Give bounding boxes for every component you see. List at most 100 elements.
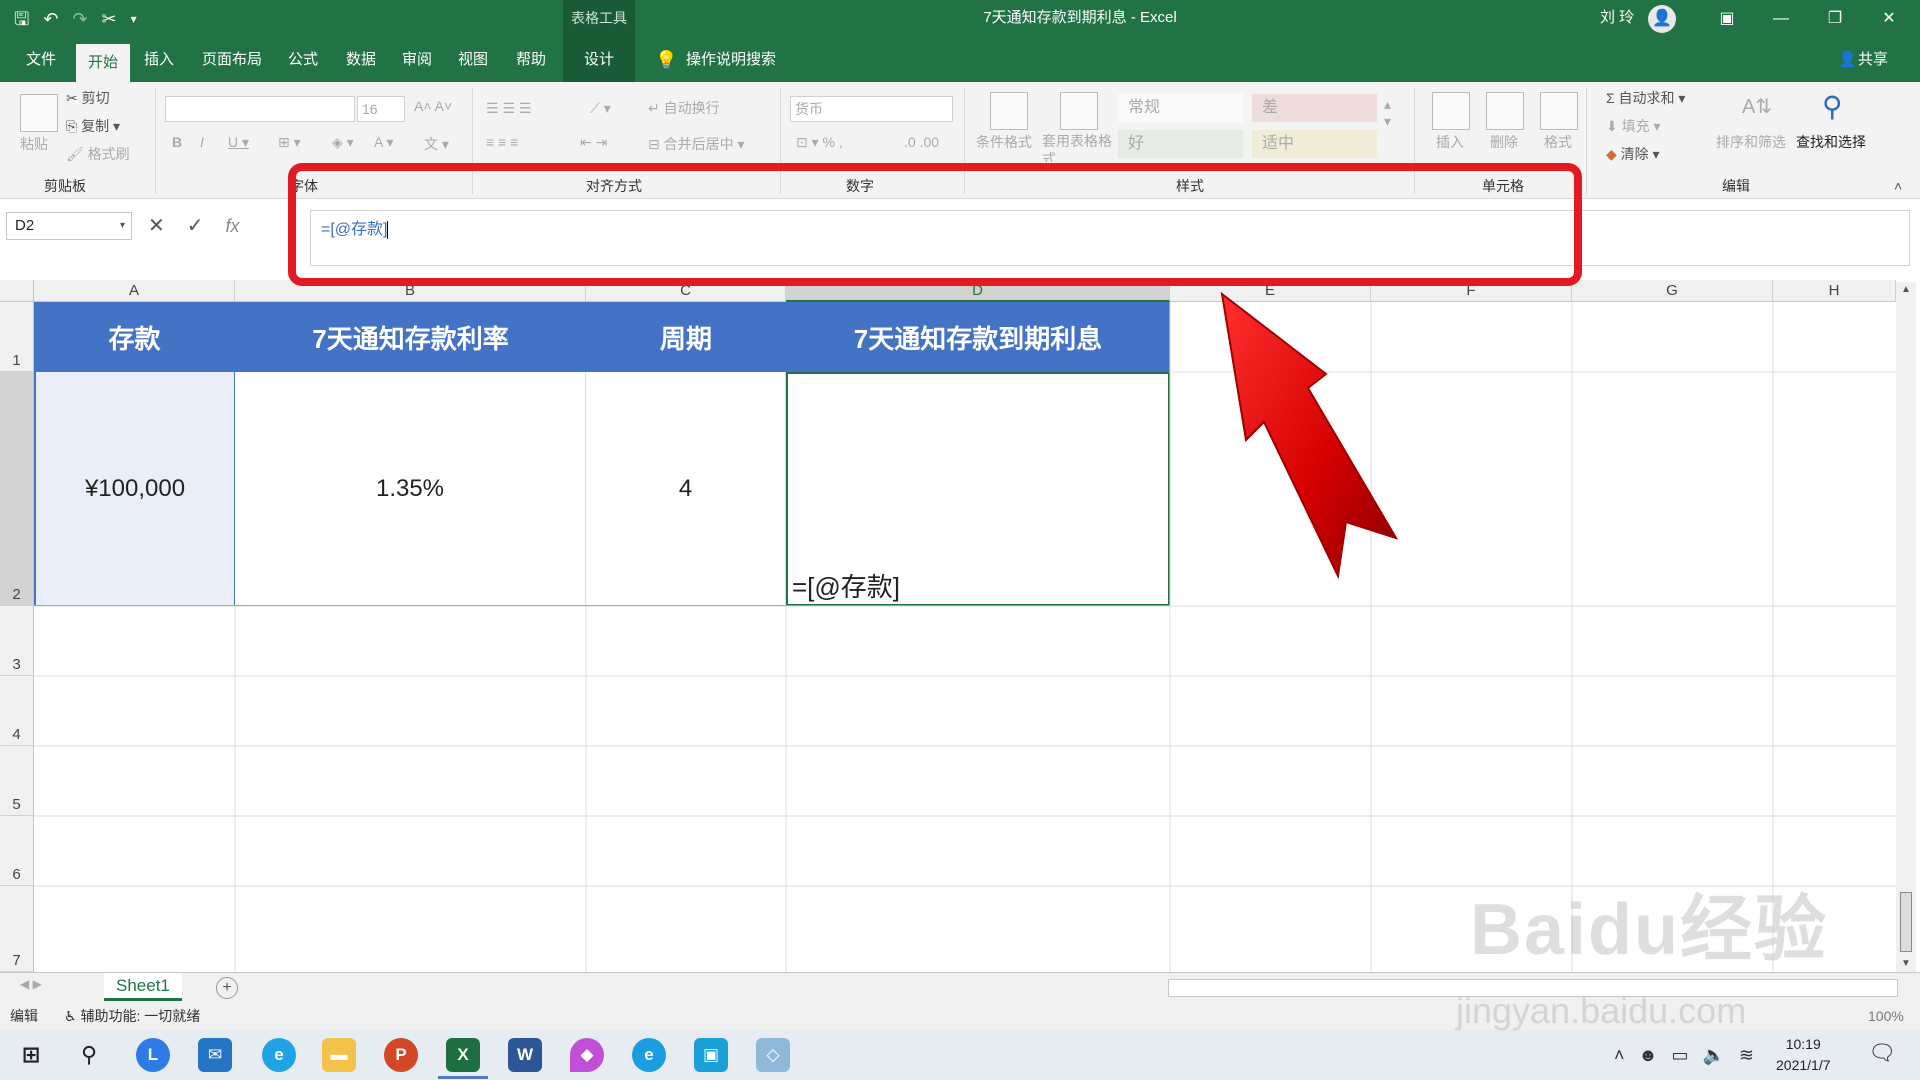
people-icon[interactable]: ☻ <box>1639 1030 1658 1080</box>
conditional-format-label[interactable]: 条件格式 <box>976 132 1032 152</box>
style-neutral[interactable]: 适中 <box>1252 130 1377 158</box>
format-cells-icon[interactable] <box>1540 92 1578 130</box>
row-header-6[interactable]: 6 <box>0 816 34 886</box>
tab-page-layout[interactable]: 页面布局 <box>196 38 268 82</box>
notification-icon[interactable]: 🗨 <box>1868 1040 1896 1066</box>
format-painter-button[interactable]: 🖌 格式刷 <box>66 144 130 164</box>
column-header-g[interactable]: G <box>1572 280 1773 302</box>
chevron-down-icon[interactable]: ▾ <box>120 213 125 239</box>
accounting-icon[interactable]: ⊡ ▾ % , <box>796 134 843 151</box>
fx-icon[interactable]: fx <box>226 212 240 240</box>
app-l-icon[interactable]: L <box>136 1038 170 1072</box>
ribbon-display-icon[interactable]: ▣ <box>1700 0 1754 38</box>
wifi-icon[interactable]: ≋ <box>1739 1030 1754 1080</box>
volume-icon[interactable]: 🔈 <box>1702 1030 1724 1080</box>
fill-color-icon[interactable]: ◈ ▾ <box>332 134 354 151</box>
number-format-box[interactable]: 货币 <box>790 96 953 122</box>
column-header-a[interactable]: A <box>34 280 235 302</box>
app-board-icon[interactable]: ▣ <box>694 1038 728 1072</box>
insert-cells-label[interactable]: 插入 <box>1436 132 1464 152</box>
align-top-icon[interactable]: ☰ ☰ ☰ <box>486 100 531 117</box>
mail-icon[interactable]: ✉ <box>198 1038 232 1072</box>
copy-button[interactable]: ⎘ 复制 ▾ <box>66 116 120 136</box>
decimal-icon[interactable]: .0 .00 <box>904 134 939 150</box>
delete-cells-label[interactable]: 删除 <box>1490 132 1518 152</box>
grow-font-icon[interactable]: A˄ A˅ <box>414 98 452 114</box>
merge-center-button[interactable]: ⊟ 合并后居中 ▾ <box>648 134 745 154</box>
font-size-box[interactable]: 16 <box>357 96 405 122</box>
ie-browser-icon[interactable]: e <box>262 1038 296 1072</box>
style-normal[interactable]: 常规 <box>1118 94 1243 122</box>
tab-design[interactable]: 设计 <box>563 38 635 82</box>
tab-data[interactable]: 数据 <box>340 38 382 82</box>
cut-button[interactable]: ✂ 剪切 <box>66 88 110 108</box>
sheet-nav-icon[interactable]: ◀ ▶ <box>20 977 42 991</box>
paint-icon[interactable]: ◆ <box>570 1038 604 1072</box>
accessibility-status[interactable]: ♿ 辅助功能: 一切就绪 <box>64 1002 200 1030</box>
font-color-icon[interactable]: A ▾ <box>374 134 393 151</box>
style-good[interactable]: 好 <box>1118 130 1243 158</box>
tab-home[interactable]: 开始 <box>76 44 131 82</box>
minimize-icon[interactable]: — <box>1754 0 1808 38</box>
row-header-1[interactable]: 1 <box>0 302 34 372</box>
tab-formulas[interactable]: 公式 <box>282 38 324 82</box>
edge-icon[interactable]: e <box>632 1038 666 1072</box>
name-box[interactable]: D2 ▾ <box>6 212 132 240</box>
windows-start-icon[interactable]: ⊞ <box>14 1038 48 1072</box>
sheet-tab-sheet1[interactable]: Sheet1 <box>104 973 182 1001</box>
phonetic-icon[interactable]: 文 ▾ <box>424 134 449 154</box>
user-name[interactable]: 刘 玲 <box>1600 0 1634 36</box>
vertical-scrollbar[interactable]: ▲ ▼ <box>1896 282 1916 974</box>
paste-label[interactable]: 粘贴 <box>20 134 48 154</box>
orientation-icon[interactable]: ⟋ ▾ <box>590 100 611 117</box>
redo-icon[interactable]: ↷ <box>72 6 87 32</box>
column-header-h[interactable]: H <box>1773 280 1896 302</box>
add-sheet-icon[interactable]: + <box>216 977 238 999</box>
tell-me-search[interactable]: 操作说明搜索 <box>686 38 776 82</box>
row-header-3[interactable]: 3 <box>0 606 34 676</box>
tab-file[interactable]: 文件 <box>20 38 62 82</box>
table-format-label[interactable]: 套用表格格式 <box>1042 132 1112 162</box>
file-explorer-icon[interactable]: ▬ <box>322 1038 356 1072</box>
battery-icon[interactable]: ▭ <box>1671 1030 1688 1080</box>
font-family-box[interactable] <box>165 96 355 122</box>
insert-cells-icon[interactable] <box>1432 92 1470 130</box>
table-format-icon[interactable] <box>1060 92 1098 130</box>
word-icon[interactable]: W <box>508 1038 542 1072</box>
align-left-icon[interactable]: ≡ ≡ ≡ <box>486 134 518 150</box>
select-all-corner[interactable] <box>0 280 34 302</box>
fill-button[interactable]: ⬇ 填充 ▾ <box>1606 116 1661 136</box>
conditional-format-icon[interactable] <box>990 92 1028 130</box>
sort-filter-icon[interactable]: A⇅ <box>1742 94 1772 119</box>
indent-icon[interactable]: ⇤ ⇥ <box>580 134 607 151</box>
excel-icon[interactable]: X <box>446 1038 480 1072</box>
tab-review[interactable]: 审阅 <box>396 38 438 82</box>
cancel-icon[interactable]: ✕ <box>148 212 165 240</box>
row-header-2[interactable]: 2 <box>0 372 34 606</box>
tab-help[interactable]: 帮助 <box>510 38 552 82</box>
clock[interactable]: 10:19 2021/1/7 <box>1776 1034 1831 1076</box>
sort-filter-label[interactable]: 排序和筛选 <box>1716 132 1786 152</box>
powerpoint-icon[interactable]: P <box>384 1038 418 1072</box>
avatar[interactable]: 👤 <box>1648 5 1676 33</box>
find-select-label[interactable]: 查找和选择 <box>1796 132 1866 152</box>
style-scroll-icon[interactable]: ▴ ▾ <box>1384 96 1391 130</box>
enter-icon[interactable]: ✓ <box>187 212 204 240</box>
row-header-5[interactable]: 5 <box>0 746 34 816</box>
find-icon[interactable]: ⚲ <box>1822 90 1843 123</box>
underline-icon[interactable]: U ▾ <box>228 134 249 151</box>
cut-icon[interactable]: ✂ <box>102 6 117 32</box>
undo-icon[interactable]: ↶ <box>43 6 58 32</box>
bold-icon[interactable]: B <box>172 134 182 150</box>
row-header-4[interactable]: 4 <box>0 676 34 746</box>
style-bad[interactable]: 差 <box>1252 94 1377 122</box>
tab-insert[interactable]: 插入 <box>138 38 180 82</box>
scroll-thumb[interactable] <box>1900 892 1912 952</box>
wrap-text-button[interactable]: ↵ 自动换行 <box>648 98 720 118</box>
customize-qat-icon[interactable]: ▾ <box>131 6 137 32</box>
scroll-down-icon[interactable]: ▼ <box>1901 958 1911 969</box>
autosum-button[interactable]: Σ 自动求和 ▾ <box>1606 88 1685 108</box>
app-eraser-icon[interactable]: ◇ <box>756 1038 790 1072</box>
zoom-level[interactable]: 100% <box>1868 1002 1904 1030</box>
tab-view[interactable]: 视图 <box>452 38 494 82</box>
